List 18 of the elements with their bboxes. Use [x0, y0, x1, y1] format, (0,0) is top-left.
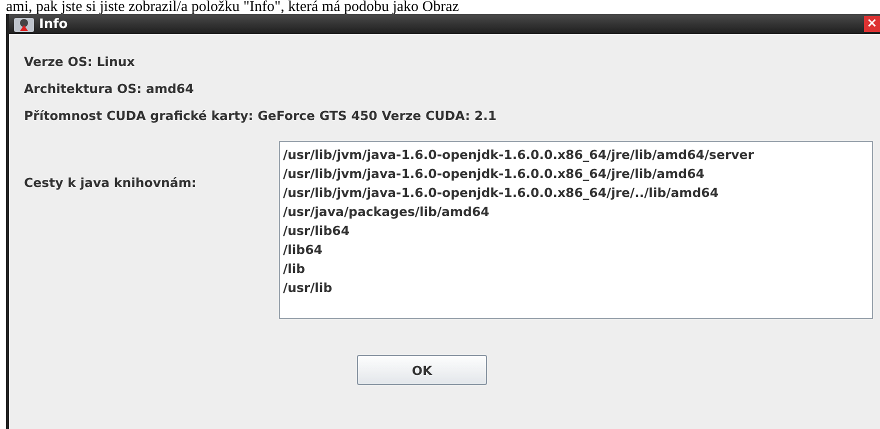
document-text: ami, pak jste si jiste zobrazil/a položku "Info", která má podobu jako Obraz	[5, 0, 460, 14]
path-text: /lib64	[283, 241, 324, 259]
app-icon	[13, 15, 35, 33]
paths-text-area[interactable]	[279, 141, 873, 319]
window-title: Info	[39, 16, 68, 32]
path-text: /usr/lib64	[283, 222, 351, 240]
info-text: Verze OS: Linux	[24, 54, 136, 71]
path-text: /usr/java/packages/lib/amd64	[283, 203, 490, 221]
path-text: /usr/lib/jvm/java-1.6.0-openjdk-1.6.0.0.x86_64/jre/../lib/amd64	[283, 184, 720, 202]
paths-label: Cesty k java knihovnám:	[24, 174, 198, 192]
path-text: /usr/lib/jvm/java-1.6.0-openjdk-1.6.0.0.x86_64/jre/lib/amd64/server	[283, 146, 755, 164]
close-button[interactable]: ×	[864, 16, 880, 32]
path-text: /usr/lib	[283, 279, 334, 297]
info-text: Architektura OS: amd64	[24, 81, 195, 98]
path-text: /usr/lib/jvm/java-1.6.0-openjdk-1.6.0.0.x86_64/jre/lib/amd64	[283, 165, 706, 183]
path-text: /lib	[283, 260, 306, 278]
info-text: Přítomnost CUDA grafické karty: GeForce GTS 450 Verze CUDA: 2.1	[24, 108, 498, 125]
ok-button[interactable]: OK	[357, 355, 487, 385]
